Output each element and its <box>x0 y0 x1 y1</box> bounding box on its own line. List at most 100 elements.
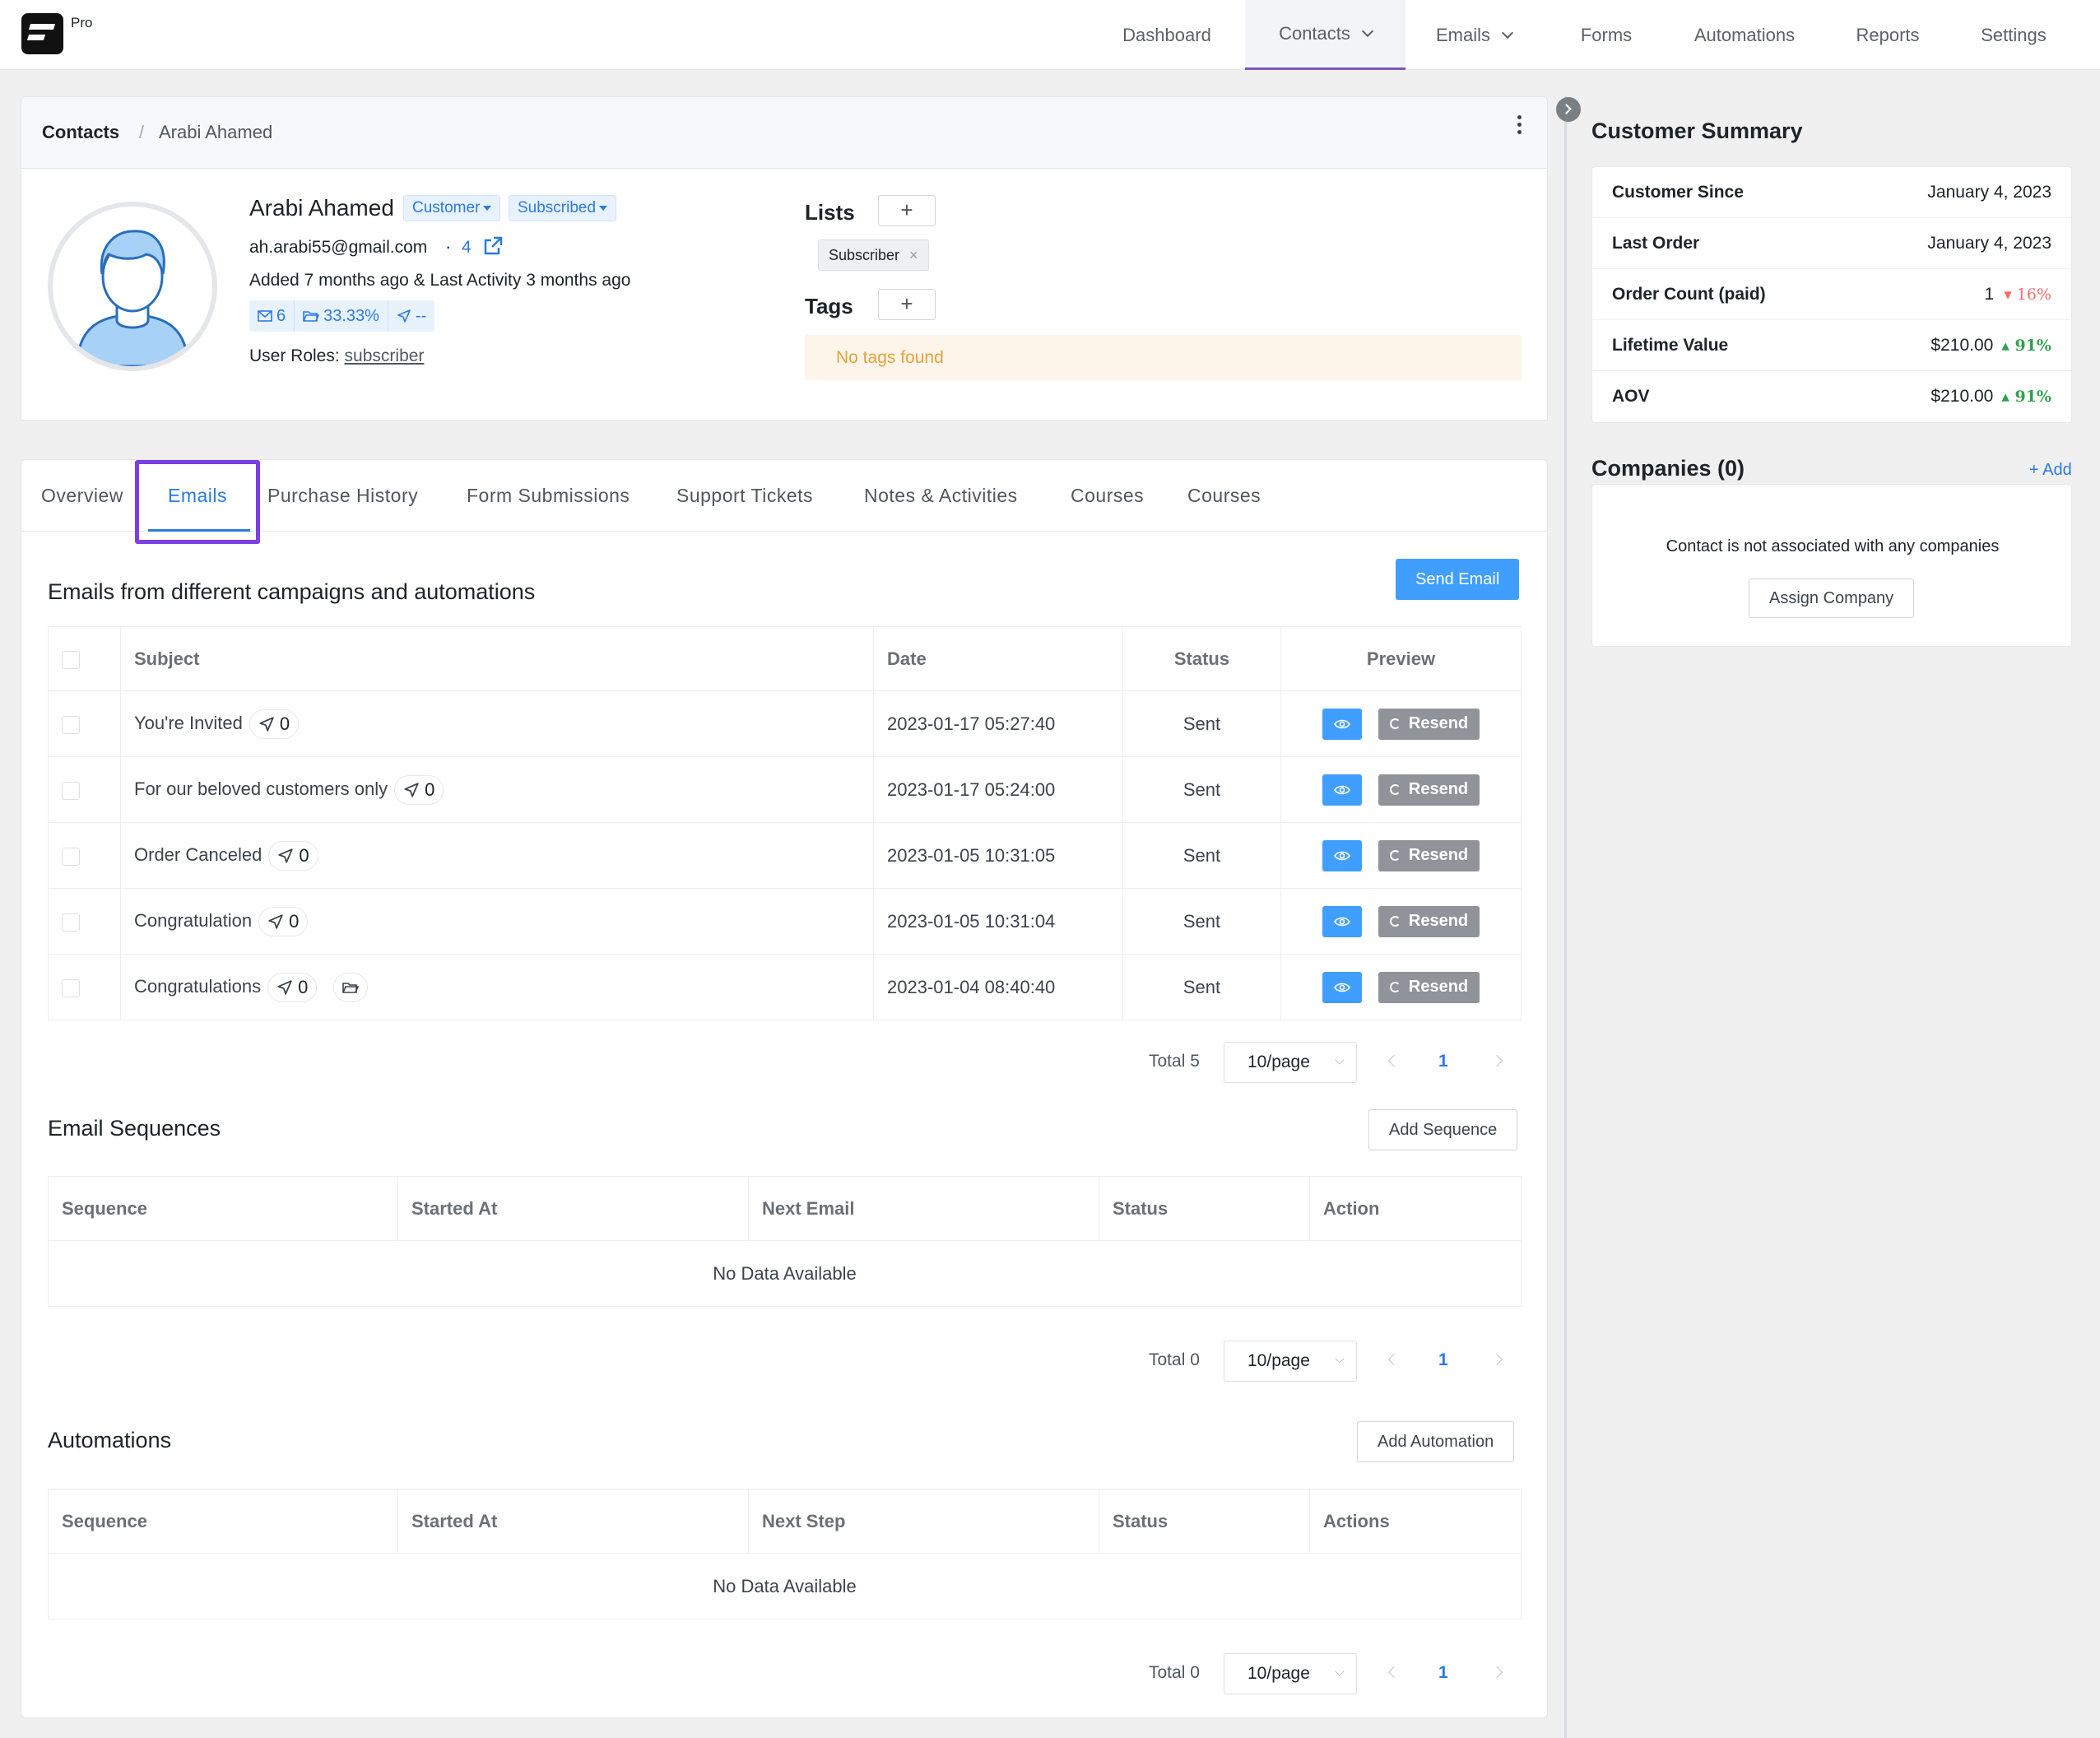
page-number[interactable]: 1 <box>1438 1052 1448 1071</box>
user-role-link[interactable]: subscriber <box>345 346 425 365</box>
click-count: 0 <box>298 976 309 997</box>
subscription-status-label: Subscribed <box>518 199 597 216</box>
select-all-checkbox[interactable] <box>62 650 80 669</box>
table-row: No Data Available <box>48 1240 1522 1307</box>
row-checkbox[interactable] <box>62 978 80 997</box>
tab-support-tickets[interactable]: Support Tickets <box>676 485 813 507</box>
nav-forms[interactable]: Forms <box>1563 0 1649 70</box>
send-email-button[interactable]: Send Email <box>1396 559 1520 600</box>
tab-courses-2[interactable]: Courses <box>1187 485 1261 507</box>
external-link-icon[interactable] <box>482 235 504 257</box>
nav-automations[interactable]: Automations <box>1679 0 1810 70</box>
collapse-sidebar-button[interactable] <box>1556 97 1581 122</box>
refresh-icon <box>1389 850 1401 861</box>
chevron-left-icon[interactable] <box>1387 1353 1401 1366</box>
tab-highlight-box <box>135 460 260 544</box>
linked-count[interactable]: 4 <box>462 238 472 258</box>
caret-down-icon <box>599 205 608 211</box>
date-cell: 2023-01-05 10:31:04 <box>873 888 1123 955</box>
stat-clicks: -- <box>388 300 434 332</box>
close-icon[interactable]: × <box>909 247 918 263</box>
assign-company-button[interactable]: Assign Company <box>1749 579 1915 618</box>
page-number[interactable]: 1 <box>1438 1663 1448 1683</box>
page-size-select[interactable]: 10/page <box>1224 1042 1357 1083</box>
summary-row-order-count: Order Count (paid) 1 ▾ 16% <box>1592 269 2071 320</box>
more-options-icon[interactable] <box>1517 115 1522 137</box>
tab-courses[interactable]: Courses <box>1071 485 1144 507</box>
email-subject: Order Canceled <box>134 843 262 865</box>
resend-button[interactable]: Resend <box>1378 971 1480 1003</box>
table-row: You're Invited 0 2023-01-17 05:27:40 Sent… <box>48 690 1522 757</box>
add-tag-button[interactable]: + <box>878 289 936 320</box>
contact-name: Arabi Ahamed <box>249 195 394 221</box>
subscription-status-dropdown[interactable]: Subscribed <box>509 195 617 221</box>
contact-activity-text: Added 7 months ago & Last Activity 3 mon… <box>249 271 631 290</box>
add-sequence-button[interactable]: Add Sequence <box>1368 1109 1518 1150</box>
row-checkbox[interactable] <box>62 913 80 932</box>
row-checkbox[interactable] <box>62 847 80 866</box>
separator-dot: · <box>445 236 452 257</box>
click-count: 0 <box>279 713 290 734</box>
breadcrumb-contacts-link[interactable]: Contacts <box>42 122 119 143</box>
app-logo-icon[interactable] <box>21 13 63 54</box>
status-cell: Sent <box>1122 690 1281 757</box>
tab-form-submissions[interactable]: Form Submissions <box>467 485 630 507</box>
subject-cell: You're Invited 0 <box>120 690 874 757</box>
user-roles: User Roles: subscriber <box>249 346 424 366</box>
chevron-left-icon[interactable] <box>1387 1666 1401 1679</box>
nav-emails[interactable]: Emails <box>1420 0 1527 70</box>
row-select-cell <box>48 822 121 889</box>
pagination-total: Total 0 <box>1149 1350 1200 1369</box>
column-date: Date <box>873 626 1123 691</box>
add-automation-button[interactable]: Add Automation <box>1357 1421 1515 1462</box>
nav-reports[interactable]: Reports <box>1840 0 1935 70</box>
page-number[interactable]: 1 <box>1438 1350 1448 1370</box>
row-checkbox[interactable] <box>62 715 80 734</box>
page-size-value: 10/page <box>1247 1664 1310 1683</box>
preview-button[interactable] <box>1322 708 1362 740</box>
folder-open-icon <box>342 982 360 993</box>
eye-icon <box>1333 917 1350 926</box>
add-company-link[interactable]: + Add <box>2029 461 2072 480</box>
table-header: Sequence Started At Next Email Status Ac… <box>48 1176 1522 1241</box>
summary-label: AOV <box>1612 387 1650 406</box>
page-size-select[interactable]: 10/page <box>1224 1341 1357 1382</box>
resend-button[interactable]: Resend <box>1378 708 1480 740</box>
resend-button[interactable]: Resend <box>1378 839 1480 871</box>
status-cell: Sent <box>1122 954 1281 1020</box>
summary-value: $210.00 <box>1930 335 1994 355</box>
stat-open-rate-value: 33.33% <box>323 306 379 325</box>
email-subject: Congratulations <box>134 975 262 997</box>
contact-type-label: Customer <box>412 199 481 216</box>
resend-button[interactable]: Resend <box>1378 774 1480 806</box>
chevron-left-icon[interactable] <box>1387 1054 1401 1067</box>
preview-button[interactable] <box>1322 774 1362 806</box>
chevron-right-icon[interactable] <box>1490 1054 1503 1067</box>
pagination-total: Total 0 <box>1149 1663 1200 1682</box>
send-icon <box>278 848 293 863</box>
resend-button[interactable]: Resend <box>1378 905 1480 937</box>
contact-type-dropdown[interactable]: Customer <box>403 195 501 221</box>
chevron-right-icon[interactable] <box>1490 1666 1503 1679</box>
preview-button[interactable] <box>1322 905 1362 937</box>
nav-settings[interactable]: Settings <box>1968 0 2059 70</box>
email-subject: For our beloved customers only <box>134 778 388 799</box>
nav-dashboard[interactable]: Dashboard <box>1103 0 1231 70</box>
tab-purchase-history[interactable]: Purchase History <box>267 485 418 507</box>
tab-overview[interactable]: Overview <box>41 485 123 507</box>
nav-contacts[interactable]: Contacts <box>1245 0 1405 70</box>
preview-button[interactable] <box>1322 971 1362 1003</box>
email-subject: Congratulation <box>134 909 253 931</box>
preview-button[interactable] <box>1322 839 1362 871</box>
chevron-right-icon[interactable] <box>1490 1353 1503 1366</box>
nav-settings-label: Settings <box>1981 24 2047 45</box>
stat-emails: 6 <box>249 300 295 332</box>
row-checkbox[interactable] <box>62 781 80 800</box>
automations-table: Sequence Started At Next Step Status Act… <box>48 1489 1522 1620</box>
summary-value: January 4, 2023 <box>1927 233 2051 253</box>
tab-notes-activities[interactable]: Notes & Activities <box>864 485 1018 507</box>
page-size-select[interactable]: 10/page <box>1224 1653 1357 1694</box>
add-list-button[interactable]: + <box>878 195 936 226</box>
nav-reports-label: Reports <box>1856 24 1920 45</box>
send-icon <box>277 979 292 995</box>
